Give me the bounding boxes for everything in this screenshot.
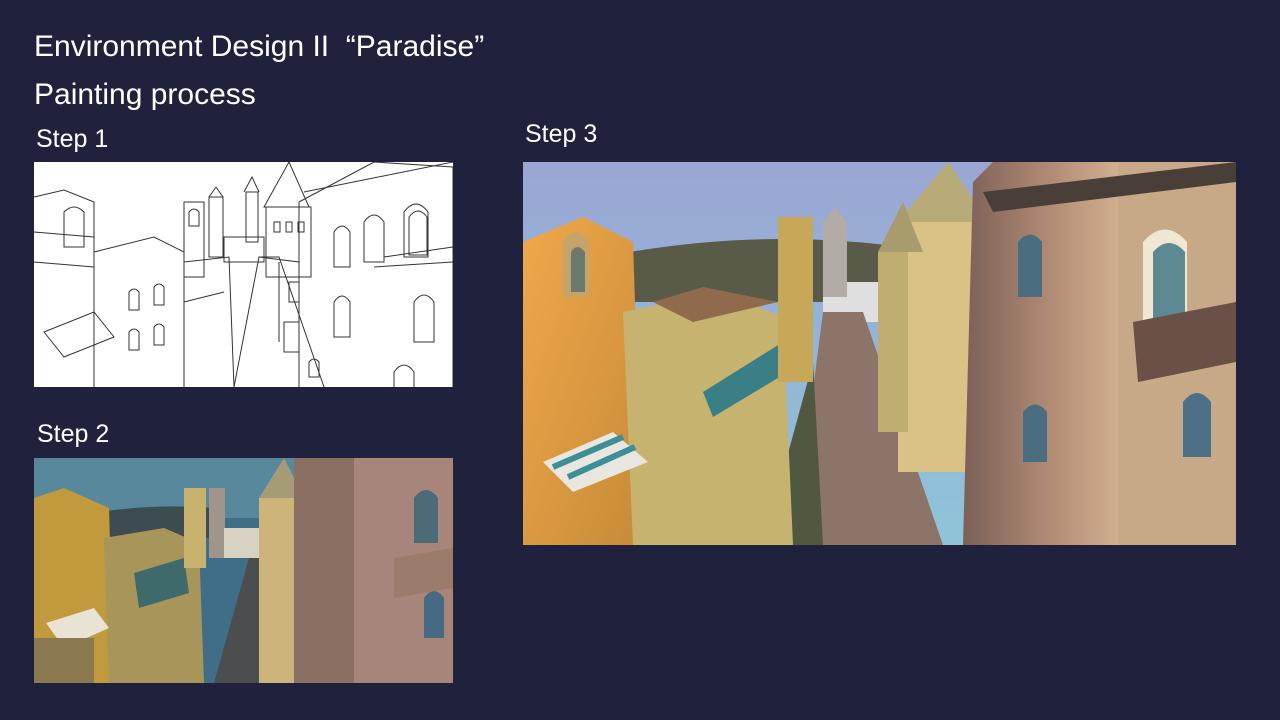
step-3-final-painting-image (523, 162, 1236, 545)
step-1-lineart-image (34, 162, 453, 387)
step-2-label: Step 2 (37, 420, 110, 448)
step-2-color-blocking-image (34, 458, 453, 683)
step-3-label: Step 3 (525, 120, 598, 148)
slide-subtitle: Painting process (34, 78, 256, 111)
step-1-label: Step 1 (36, 125, 109, 153)
slide-title: Environment Design II “Paradise” (34, 30, 485, 63)
